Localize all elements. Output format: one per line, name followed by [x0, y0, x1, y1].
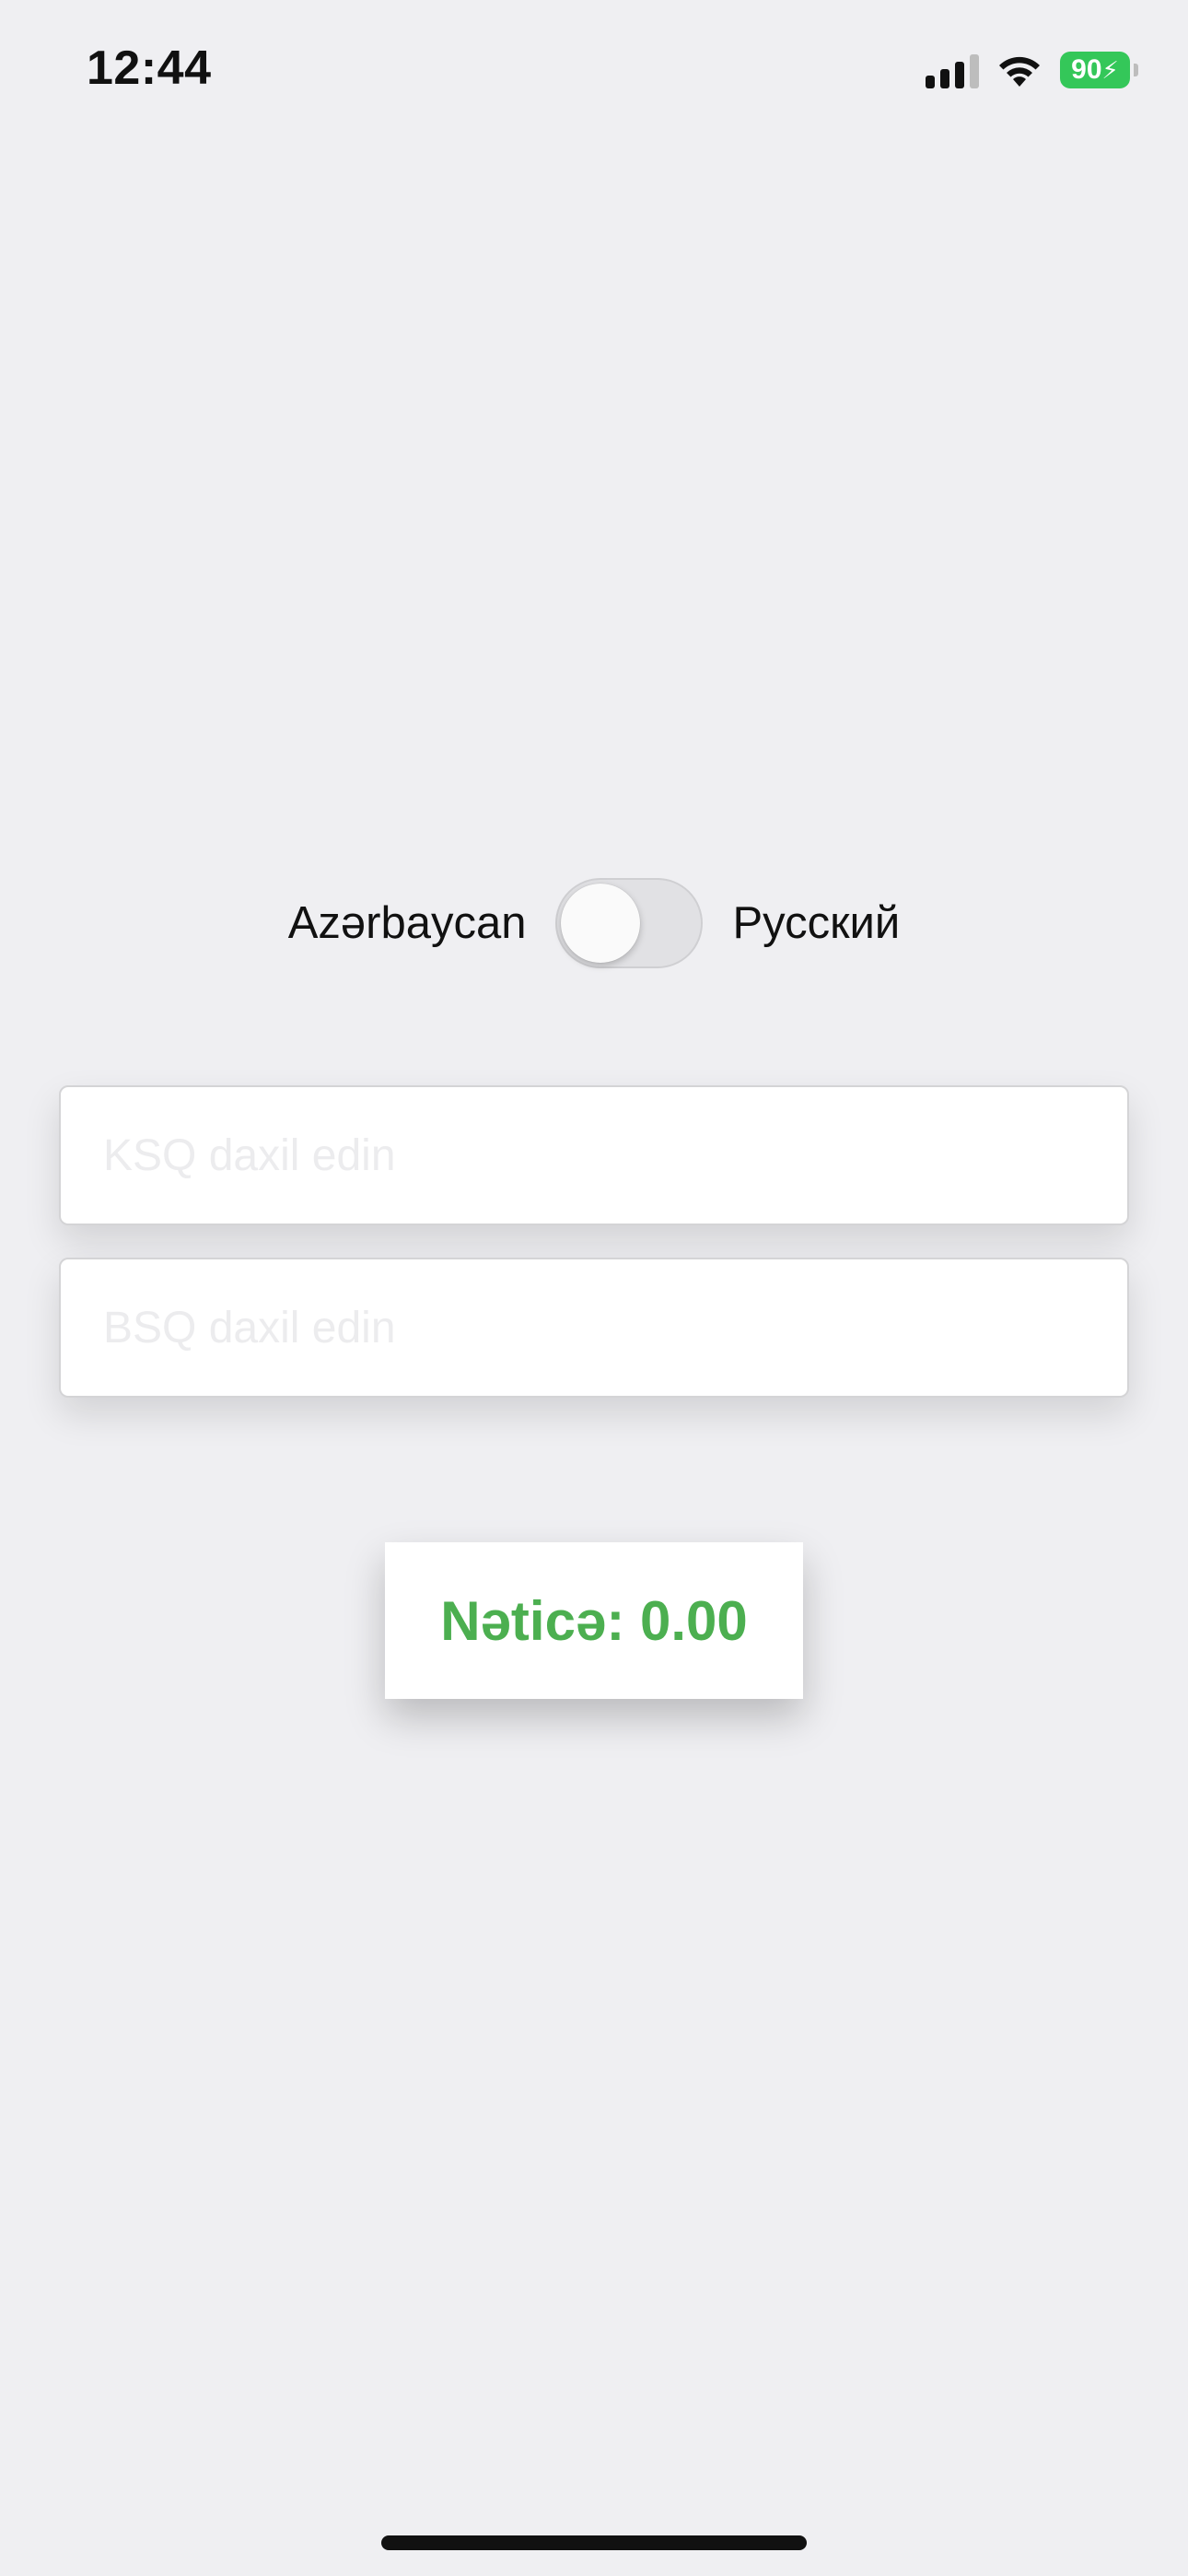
language-label-russian: Русский	[732, 898, 901, 948]
signal-icon	[926, 52, 979, 88]
home-indicator[interactable]	[381, 2535, 807, 2550]
status-time: 12:44	[87, 41, 212, 95]
switch-knob	[561, 884, 641, 963]
battery-level: 90	[1071, 54, 1102, 85]
language-label-azerbaijani: Azərbaycan	[287, 898, 527, 948]
bolt-icon: ⚡	[1101, 55, 1119, 84]
result-box: Nəticə: 0.00	[385, 1542, 803, 1699]
result-text: Nəticə: 0.00	[440, 1589, 748, 1652]
bsq-input[interactable]	[59, 1258, 1129, 1398]
language-toggle-row: Azərbaycan Русский	[0, 873, 1188, 973]
status-bar: 12:44 90 ⚡	[0, 0, 1188, 147]
battery-body: 90 ⚡	[1060, 52, 1130, 88]
ksq-input[interactable]	[59, 1085, 1129, 1225]
battery-charging-icon: 90 ⚡	[1060, 52, 1138, 88]
battery-cap	[1134, 64, 1138, 76]
language-switch[interactable]	[555, 878, 704, 968]
status-icons: 90 ⚡	[926, 52, 1138, 88]
wifi-icon	[999, 56, 1040, 87]
